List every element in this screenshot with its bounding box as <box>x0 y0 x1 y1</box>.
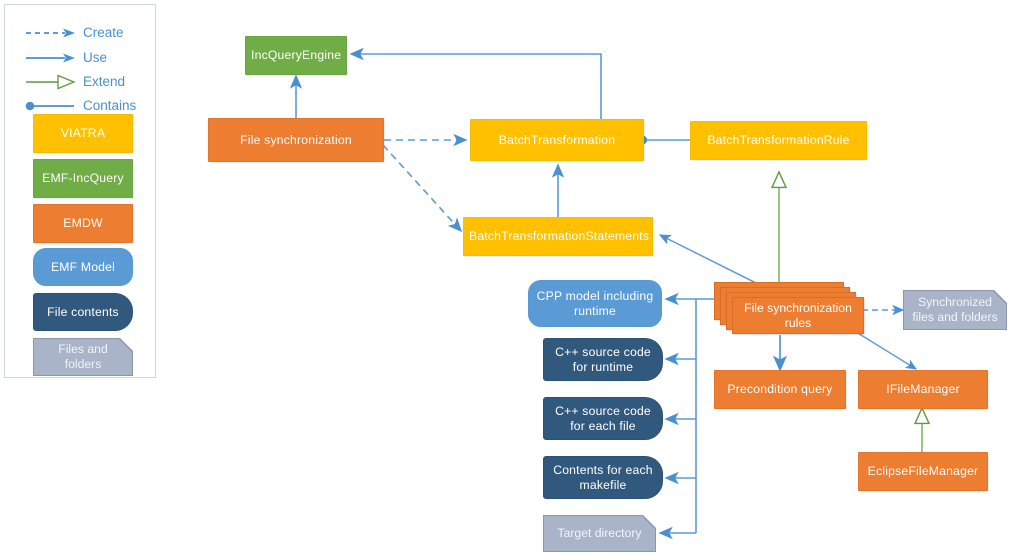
node-ifilemanager[interactable]: IFileManager <box>858 370 988 409</box>
legend-swatch-emf-incquery: EMF-IncQuery <box>33 159 133 198</box>
node-cpp-source-code-for-runtime[interactable]: C++ source code for runtime <box>543 338 663 381</box>
edge-filesync-to-batchtransformationstatements <box>382 144 463 233</box>
node-label-target-directory: Target directory <box>544 516 655 551</box>
node-batchtransformationstatements[interactable]: BatchTransformationStatements <box>463 217 653 256</box>
node-cpp-source-code-for-each-file[interactable]: C++ source code for each file <box>543 397 663 440</box>
node-label-batchtransformation: BatchTransformation <box>498 132 616 147</box>
dashed-arrow-icon <box>26 28 75 38</box>
legend-label-use: Use <box>83 50 108 65</box>
legend-swatch-viatra: VIATRA <box>33 114 133 153</box>
node-label-precondition-query: Precondition query <box>727 382 833 396</box>
node-label-cpp-model-including-runtime: CPP model including runtime <box>536 288 654 318</box>
legend-swatch-label-files-and-folders: Files and folders <box>34 339 132 375</box>
legend-panel: Create Use Extend Contains VIATRA EMF-In… <box>4 4 156 378</box>
node-synchronized-files-and-folders[interactable]: Synchronized files and folders <box>903 290 1007 330</box>
legend-swatch-emf-model: EMF Model <box>33 248 133 286</box>
node-cpp-model-including-runtime[interactable]: CPP model including runtime <box>528 280 662 327</box>
node-label-file-synchronization: File synchronization <box>240 132 352 147</box>
node-target-directory[interactable]: Target directory <box>543 515 656 552</box>
node-incqueryengine[interactable]: IncQueryEngine <box>245 36 347 75</box>
legend-swatch-label-viatra: VIATRA <box>60 126 106 140</box>
node-contents-for-each-makefile[interactable]: Contents for each makefile <box>543 456 663 499</box>
node-label-batchtransformationrule: BatchTransformationRule <box>707 133 850 147</box>
node-file-synchronization[interactable]: File synchronization <box>208 118 384 162</box>
diagram-canvas: Create Use Extend Contains VIATRA EMF-In… <box>0 0 1013 560</box>
node-batchtransformationrule[interactable]: BatchTransformationRule <box>690 121 867 160</box>
legend-swatch-label-emdw: EMDW <box>63 216 103 230</box>
node-label-cpp-source-code-for-runtime: C++ source code for runtime <box>555 344 651 374</box>
node-label-synchronized-files-and-folders: Synchronized files and folders <box>904 291 1006 329</box>
node-label-eclipsefilemanager: EclipseFileManager <box>867 464 979 478</box>
legend-entry-create: Create <box>5 22 157 44</box>
node-label-ifilemanager: IFileManager <box>886 382 960 396</box>
node-label-cpp-source-code-for-each-file: C++ source code for each file <box>555 403 651 433</box>
legend-swatch-label-file-contents: File contents <box>47 304 119 319</box>
node-precondition-query[interactable]: Precondition query <box>714 370 846 409</box>
legend-entry-extend: Extend <box>5 71 157 93</box>
node-label-batchtransformationstatements: BatchTransformationStatements <box>469 229 650 243</box>
legend-swatch-files-and-folders: Files and folders <box>33 338 133 376</box>
legend-swatch-emdw: EMDW <box>33 204 133 243</box>
node-eclipsefilemanager[interactable]: EclipseFileManager <box>858 452 988 491</box>
node-label-file-synchronization-rules: File synchronization rules <box>732 297 864 334</box>
edge-batchtransformation-to-incqueryengine <box>349 47 602 122</box>
legend-swatch-file-contents: File contents <box>33 293 133 331</box>
edge-rules-output-trunk <box>695 298 716 533</box>
legend-label-create: Create <box>83 25 124 40</box>
node-batchtransformation[interactable]: BatchTransformation <box>470 119 644 161</box>
node-label-contents-for-each-makefile: Contents for each makefile <box>553 462 653 492</box>
legend-swatch-label-emf-model: EMF Model <box>50 259 116 274</box>
legend-label-extend: Extend <box>83 74 126 89</box>
node-label-incqueryengine: IncQueryEngine <box>251 48 342 62</box>
legend-swatch-label-emf-incquery: EMF-IncQuery <box>42 171 124 185</box>
hollow-triangle-arrow-icon <box>26 74 76 90</box>
edge-rules-to-statements <box>658 234 767 289</box>
solid-arrow-icon <box>26 53 75 63</box>
node-file-synchronization-rules[interactable]: File synchronization rules <box>714 282 864 334</box>
legend-entry-use: Use <box>5 47 157 69</box>
